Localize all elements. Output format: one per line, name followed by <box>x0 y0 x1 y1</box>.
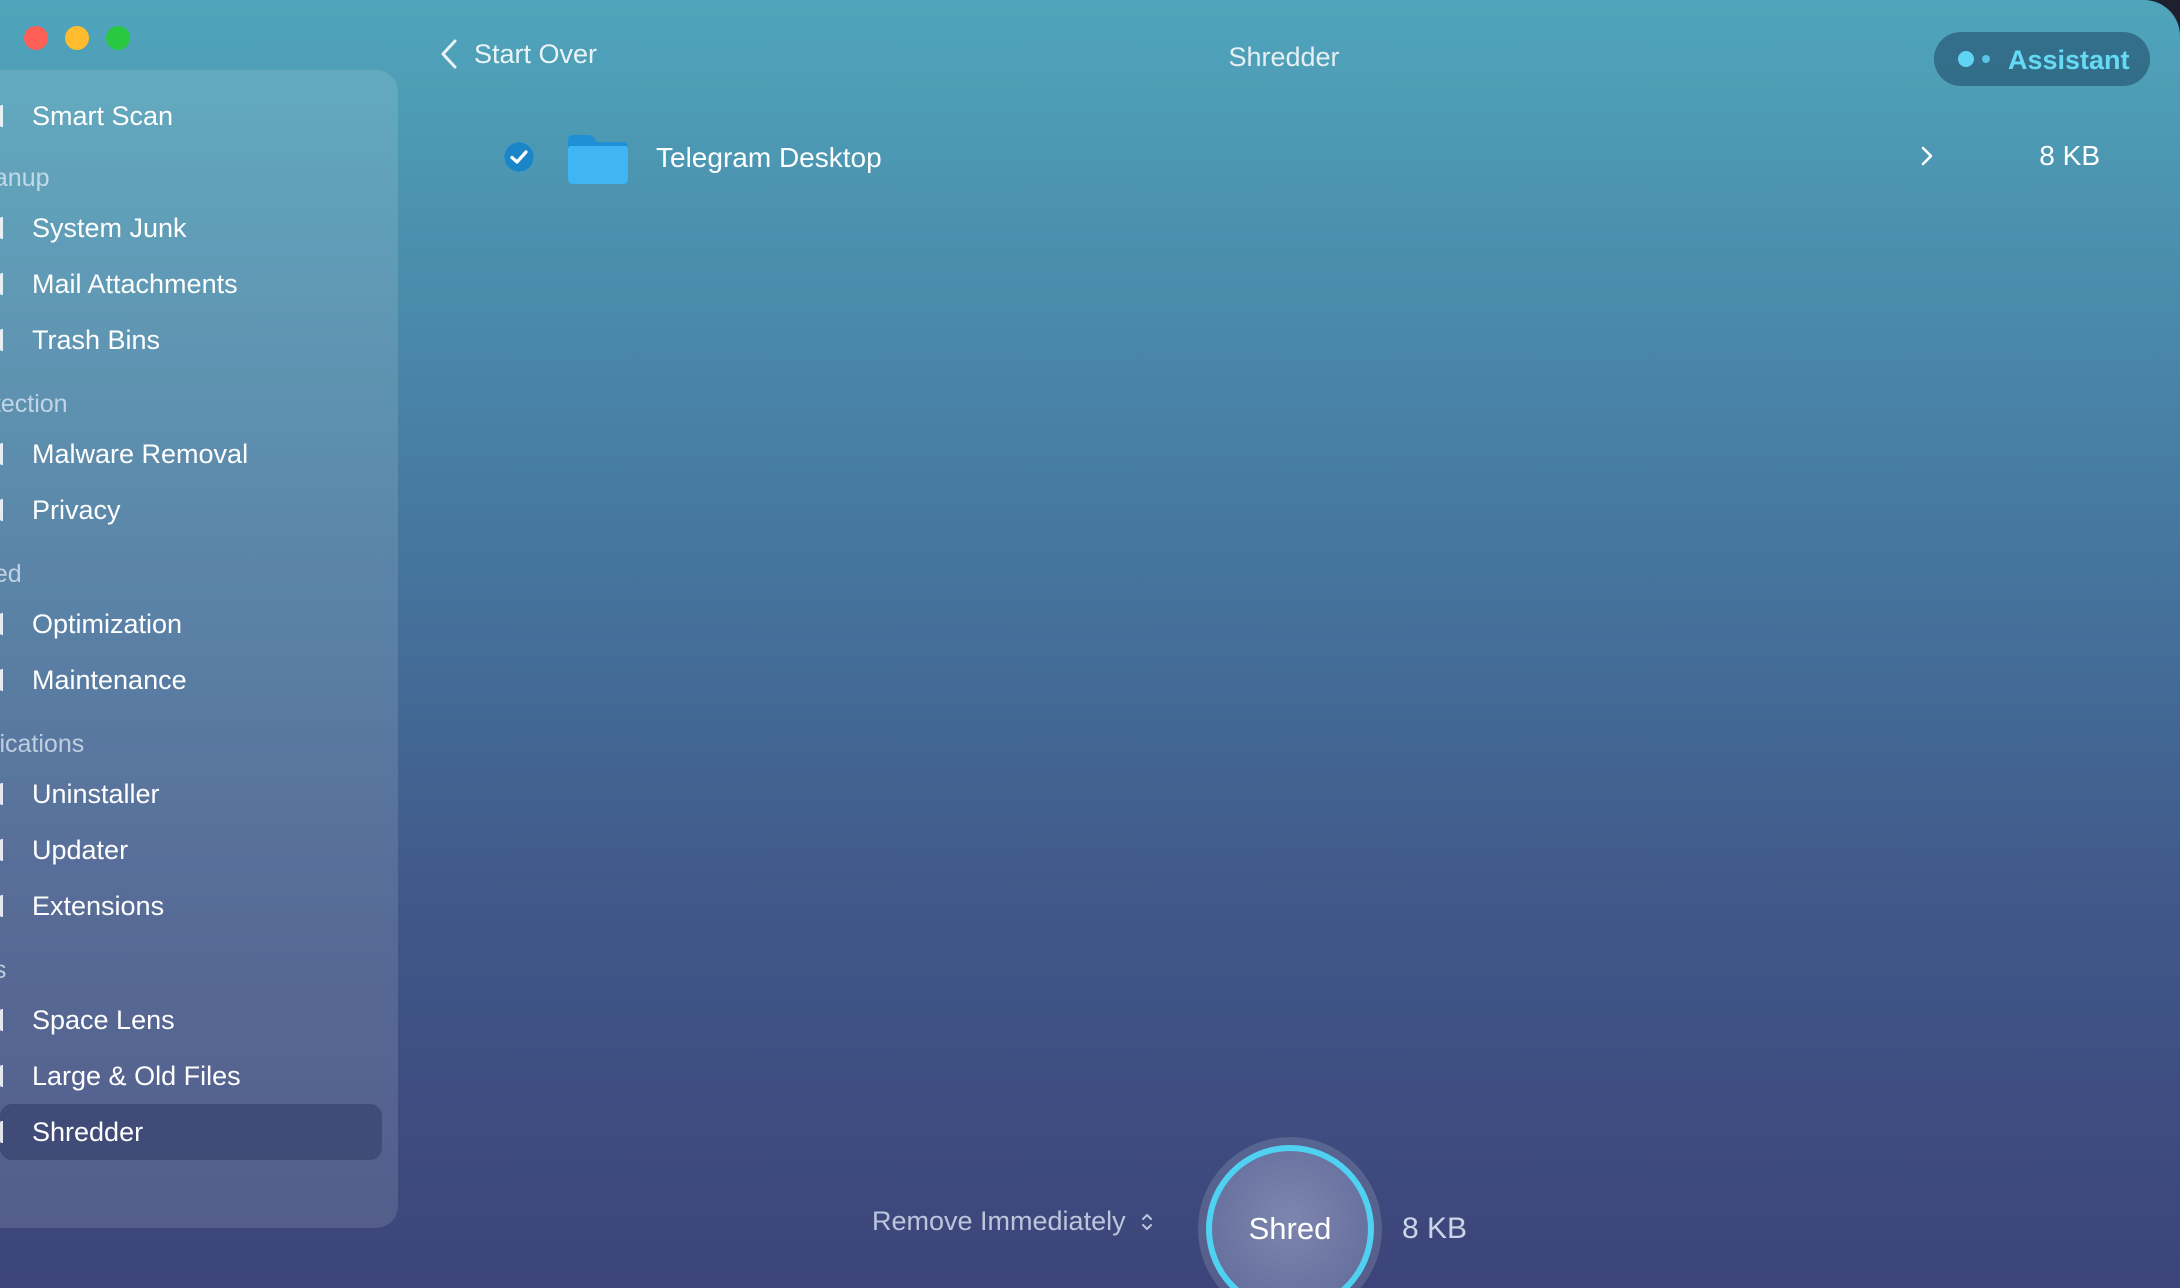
sidebar-item-optimization[interactable]: Optimization <box>0 596 382 652</box>
app-window: Smart Scan eanup System Junk Mail Attach… <box>0 0 2180 1288</box>
file-name: Telegram Desktop <box>656 142 882 173</box>
sidebar-item-large-old-files[interactable]: Large & Old Files <box>0 1048 382 1104</box>
sidebar-item-mail-attachments[interactable]: Mail Attachments <box>0 256 382 312</box>
sidebar-item-label: Large & Old Files <box>32 1060 241 1091</box>
sidebar-item-maintenance[interactable]: Maintenance <box>0 652 382 708</box>
sidebar-item-label: Smart Scan <box>32 100 174 131</box>
sidebar-item-label: Optimization <box>32 608 183 639</box>
sidebar-section-applications: plications <box>0 729 85 758</box>
chevron-right-icon[interactable] <box>1920 144 1934 173</box>
extensions-icon <box>0 895 9 917</box>
optimization-icon <box>0 613 9 635</box>
sidebar-section-cleanup: eanup <box>0 163 50 192</box>
sidebar-section-files: es <box>0 955 7 984</box>
shred-button[interactable]: Shred <box>1206 1145 1374 1288</box>
sidebar-item-label: Trash Bins <box>32 324 161 355</box>
minimize-window-button[interactable] <box>65 26 89 50</box>
sidebar-item-label: Extensions <box>32 890 165 921</box>
remove-mode-select[interactable]: Remove Immediately <box>872 1206 1154 1237</box>
close-window-button[interactable] <box>24 26 48 50</box>
remove-mode-label: Remove Immediately <box>872 1206 1126 1236</box>
trash-icon <box>0 329 9 351</box>
shred-label: Shred <box>1248 1211 1332 1246</box>
sidebar: Smart Scan eanup System Junk Mail Attach… <box>0 70 398 1228</box>
sidebar-item-updater[interactable]: Updater <box>0 822 382 878</box>
scan-icon <box>0 105 9 127</box>
sidebar-item-label: Malware Removal <box>32 438 249 469</box>
total-size: 8 KB <box>1402 1212 1468 1245</box>
folder-icon <box>566 132 630 191</box>
uninstaller-icon <box>0 783 9 805</box>
page-title: Shredder <box>1228 42 1340 72</box>
assistant-button[interactable]: Assistant <box>1934 32 2150 86</box>
space-lens-icon <box>0 1009 9 1031</box>
maintenance-icon <box>0 669 9 691</box>
file-size: 8 KB <box>2039 140 2100 171</box>
privacy-icon <box>0 499 9 521</box>
sidebar-item-label: Updater <box>32 834 129 865</box>
sidebar-item-label: Privacy <box>32 494 121 525</box>
sidebar-item-privacy[interactable]: Privacy <box>0 482 382 538</box>
sidebar-item-extensions[interactable]: Extensions <box>0 878 382 934</box>
start-over-button[interactable]: Start Over <box>440 38 597 70</box>
malware-icon <box>0 443 9 465</box>
sidebar-item-smart-scan[interactable]: Smart Scan <box>0 88 382 144</box>
assistant-dots-icon <box>1958 51 1998 67</box>
sidebar-item-label: Mail Attachments <box>32 268 238 299</box>
sidebar-item-label: Shredder <box>32 1116 144 1147</box>
sidebar-item-malware-removal[interactable]: Malware Removal <box>0 426 382 482</box>
assistant-label: Assistant <box>2008 45 2130 75</box>
sidebar-item-shredder[interactable]: Shredder <box>0 1104 382 1160</box>
junk-icon <box>0 217 9 239</box>
window-controls <box>24 26 130 50</box>
sidebar-item-label: Space Lens <box>32 1004 175 1035</box>
sidebar-item-label: System Junk <box>32 212 187 243</box>
files-icon <box>0 1065 9 1087</box>
mail-icon <box>0 273 9 295</box>
list-item[interactable]: Telegram Desktop 8 KB <box>500 128 2110 188</box>
sidebar-item-system-junk[interactable]: System Junk <box>0 200 382 256</box>
checkmark-icon <box>504 142 534 172</box>
sidebar-item-label: Uninstaller <box>32 778 160 809</box>
sidebar-item-trash-bins[interactable]: Trash Bins <box>0 312 382 368</box>
start-over-label: Start Over <box>474 38 598 69</box>
file-checkbox[interactable] <box>504 142 534 172</box>
sidebar-section-protection: otection <box>0 389 68 418</box>
sidebar-section-speed: eed <box>0 559 22 588</box>
chevron-up-down-icon <box>1141 1213 1152 1230</box>
sidebar-item-label: Maintenance <box>32 664 187 695</box>
updater-icon <box>0 839 9 861</box>
sidebar-item-uninstaller[interactable]: Uninstaller <box>0 766 382 822</box>
shredder-icon <box>0 1121 9 1143</box>
chevron-left-icon <box>441 39 457 69</box>
maximize-window-button[interactable] <box>106 26 130 50</box>
sidebar-item-space-lens[interactable]: Space Lens <box>0 992 382 1048</box>
